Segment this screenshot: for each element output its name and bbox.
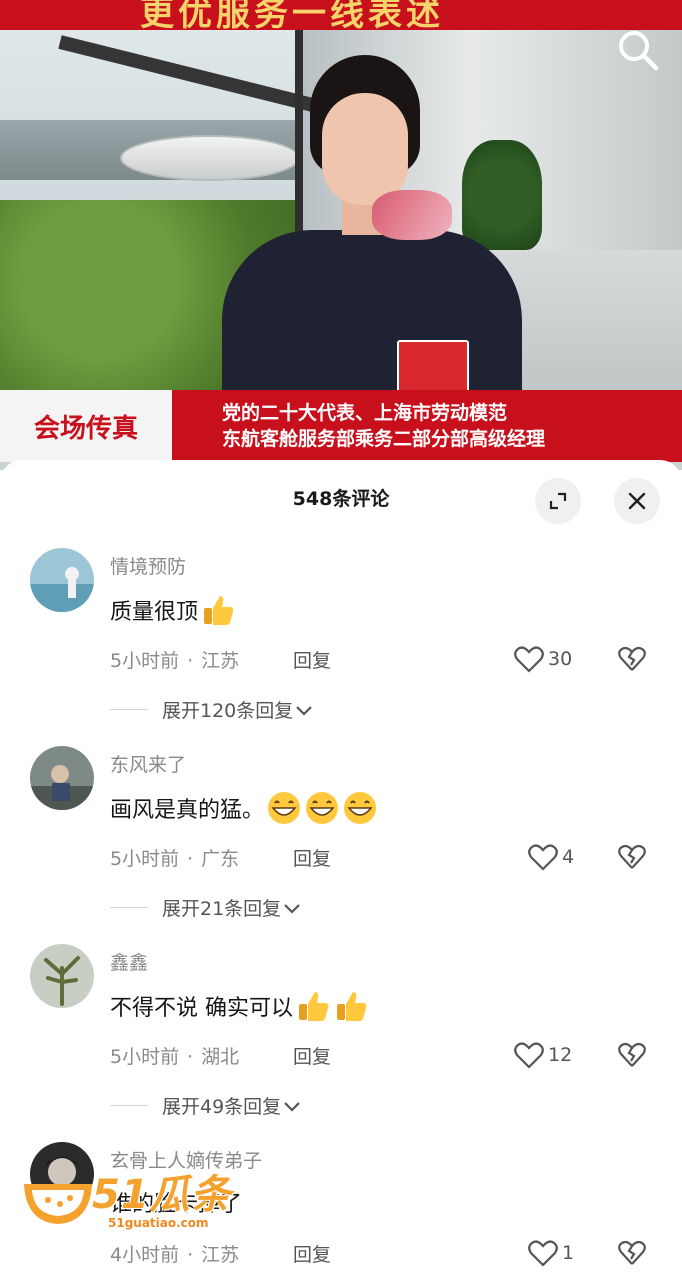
like-button[interactable]: 1 bbox=[528, 1238, 574, 1268]
like-count: 1 bbox=[562, 1242, 575, 1264]
watermark-brand: 51瓜条 bbox=[92, 1172, 232, 1218]
like-count: 30 bbox=[548, 648, 573, 670]
expand-replies-button[interactable]: 展开49条回复 bbox=[110, 1092, 303, 1119]
chevron-down-icon bbox=[284, 1101, 300, 1112]
divider-line bbox=[110, 1105, 148, 1106]
comment-text: 画风是真的猛。 bbox=[110, 790, 378, 826]
expand-replies-label: 展开120条回复 bbox=[162, 700, 294, 722]
close-icon bbox=[628, 492, 646, 510]
comment-time: 5小时前 bbox=[110, 848, 180, 870]
reply-button[interactable]: 回复 bbox=[293, 646, 331, 673]
expand-button[interactable] bbox=[535, 478, 581, 524]
comment-meta: 5小时前 · 广东 bbox=[110, 848, 240, 870]
watermark-url: 51guatiao.com bbox=[108, 1216, 209, 1230]
comment-meta: 4小时前 · 江苏 bbox=[110, 1244, 240, 1266]
comment-location: 湖北 bbox=[201, 1046, 240, 1068]
broken-heart-icon[interactable] bbox=[618, 1041, 646, 1069]
comment-sheet: 548条评论 情境预防 质量很顶 5小时前 · 江苏 回复 30 展开120条回… bbox=[0, 460, 682, 1280]
comment-text: 不得不说 确实可以 bbox=[110, 988, 369, 1024]
grinning-emoji bbox=[268, 792, 301, 824]
avatar[interactable] bbox=[30, 548, 94, 612]
caption-lines: 党的二十大代表、上海市劳动模范 东航客舱服务部乘务二部分部高级经理 bbox=[222, 400, 545, 452]
comment-username[interactable]: 情境预防 bbox=[110, 552, 186, 579]
broken-heart-icon[interactable] bbox=[618, 645, 646, 673]
like-button[interactable]: 4 bbox=[528, 842, 574, 872]
avatar[interactable] bbox=[30, 746, 94, 810]
comment-text-content: 画风是真的猛。 bbox=[110, 798, 265, 823]
reply-button[interactable]: 回复 bbox=[293, 1240, 331, 1267]
heart-icon bbox=[514, 1042, 544, 1069]
comment-meta: 5小时前 · 湖北 bbox=[110, 1046, 240, 1068]
thumbs-up-emoji bbox=[204, 596, 234, 625]
like-button[interactable]: 30 bbox=[514, 644, 572, 674]
like-button[interactable]: 12 bbox=[514, 1040, 572, 1070]
expand-replies-button[interactable]: 展开21条回复 bbox=[110, 894, 303, 921]
heart-icon bbox=[528, 844, 558, 871]
expand-replies-button[interactable]: 展开120条回复 bbox=[110, 696, 315, 723]
grinning-emoji bbox=[306, 792, 339, 824]
caption-tag-text: 会场传真 bbox=[33, 413, 138, 444]
thumbs-up-emoji bbox=[299, 992, 329, 1021]
comment-time: 5小时前 bbox=[110, 650, 180, 672]
top-banner: 更优服务一线表述 bbox=[0, 0, 682, 34]
comment-location: 广东 bbox=[201, 848, 240, 870]
reply-button[interactable]: 回复 bbox=[293, 1042, 331, 1069]
comment-time: 5小时前 bbox=[110, 1046, 180, 1068]
comment-text-content: 不得不说 确实可以 bbox=[110, 996, 293, 1021]
broken-heart-icon[interactable] bbox=[618, 1239, 646, 1267]
like-count: 4 bbox=[562, 846, 575, 868]
caption-tag: 会场传真 bbox=[0, 390, 172, 462]
video-speaker bbox=[222, 55, 522, 400]
caption-line-2: 东航客舱服务部乘务二部分部高级经理 bbox=[222, 428, 546, 450]
comment-time: 4小时前 bbox=[110, 1244, 180, 1266]
chevron-down-icon bbox=[284, 903, 300, 914]
chevron-down-icon bbox=[296, 705, 313, 716]
comment-item: 鑫鑫 不得不说 确实可以 5小时前 · 湖北 回复 12 展开49条回复 bbox=[0, 944, 682, 1142]
comment-location: 江苏 bbox=[201, 650, 240, 672]
like-count: 12 bbox=[548, 1044, 573, 1066]
comment-location: 江苏 bbox=[201, 1244, 240, 1266]
caption-line-1: 党的二十大代表、上海市劳动模范 bbox=[222, 402, 508, 424]
reply-button[interactable]: 回复 bbox=[293, 844, 331, 871]
expand-replies-label: 展开21条回复 bbox=[162, 898, 282, 920]
grinning-emoji bbox=[344, 792, 377, 824]
broken-heart-icon[interactable] bbox=[618, 843, 646, 871]
comment-text-content: 质量很顶 bbox=[110, 600, 199, 625]
divider-line bbox=[110, 709, 148, 710]
comment-item: 情境预防 质量很顶 5小时前 · 江苏 回复 30 展开120条回复 bbox=[0, 548, 682, 746]
close-button[interactable] bbox=[614, 478, 660, 524]
video-player[interactable]: 更优服务一线表述 会场传真 党的二十大代表、上海市劳动模范 东航客舱服务部乘务二… bbox=[0, 0, 682, 470]
comment-text: 质量很顶 bbox=[110, 592, 236, 628]
comment-username[interactable]: 东风来了 bbox=[110, 750, 186, 777]
speaker-face bbox=[322, 93, 408, 205]
comment-meta: 5小时前 · 江苏 bbox=[110, 650, 240, 672]
comment-username[interactable]: 鑫鑫 bbox=[110, 948, 148, 975]
expand-replies-label: 展开49条回复 bbox=[162, 1096, 282, 1118]
comment-item: 东风来了 画风是真的猛。 5小时前 · 广东 回复 4 展开21条回复 bbox=[0, 746, 682, 944]
caption-bar: 会场传真 党的二十大代表、上海市劳动模范 东航客舱服务部乘务二部分部高级经理 bbox=[0, 390, 682, 462]
speaker-suit bbox=[222, 230, 522, 400]
delegate-badge bbox=[397, 340, 469, 396]
watermelon-logo-icon bbox=[24, 1184, 92, 1224]
search-icon[interactable] bbox=[614, 26, 662, 74]
watermark: 51瓜条 51guatiao.com bbox=[20, 1160, 250, 1240]
heart-icon bbox=[528, 1240, 558, 1267]
heart-icon bbox=[514, 646, 544, 673]
avatar[interactable] bbox=[30, 944, 94, 1008]
thumbs-up-emoji bbox=[337, 992, 367, 1021]
expand-icon bbox=[549, 492, 567, 510]
divider-line bbox=[110, 907, 148, 908]
speaker-scarf bbox=[372, 190, 452, 240]
